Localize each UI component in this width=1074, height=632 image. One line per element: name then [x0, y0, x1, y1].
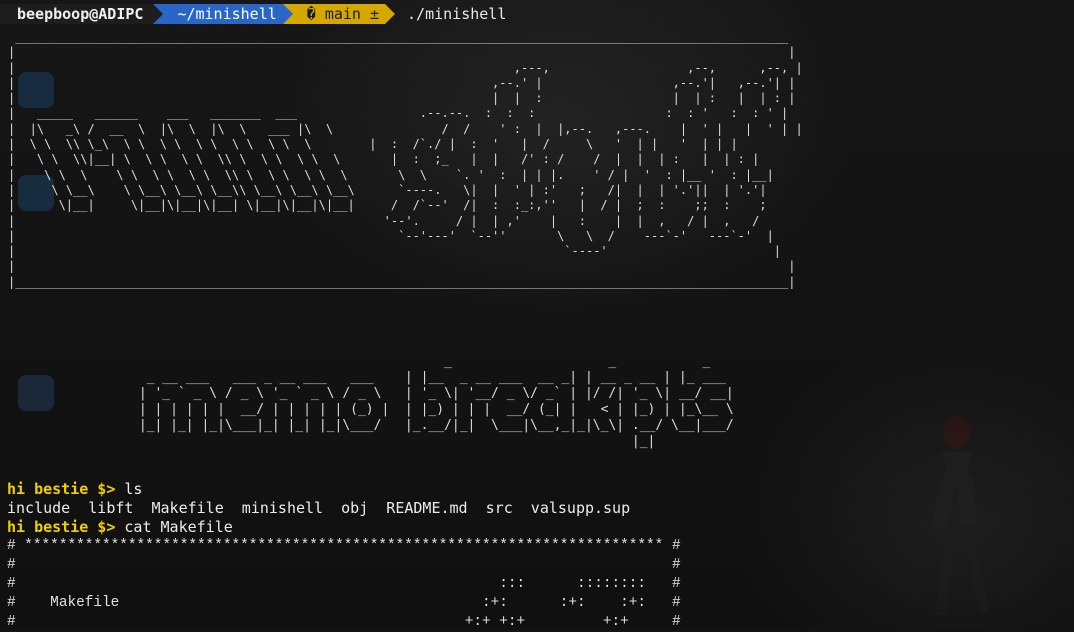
prompt-git-branch: � main ± — [292, 4, 386, 24]
prompt-command: ./minishell — [407, 5, 507, 23]
typed-command: ls — [124, 480, 143, 498]
shell-ps1: hi bestie $> — [7, 480, 116, 498]
file-icon — [18, 375, 54, 411]
terminal-session: hi bestie $> ls include libft Makefile m… — [7, 480, 630, 537]
shell-prompt: beepboop@ADIPC ~/minishell � main ± ./mi… — [0, 4, 506, 24]
powerline-separator — [385, 4, 396, 24]
command-line: hi bestie $> ls — [7, 480, 630, 499]
memobreakpts-logo-ascii-art: _ _ _ _ __ ___ ___ _ __ ___ ___ | |__ _ … — [138, 354, 734, 449]
makefile-header-output: # **************************************… — [7, 538, 681, 630]
ls-output: include libft Makefile minishell obj REA… — [7, 499, 631, 517]
wallpaper-figure — [919, 417, 991, 615]
minishell-banner-ascii-art: ________________________________________… — [8, 30, 803, 289]
prompt-directory: ~/minishell — [163, 4, 283, 24]
powerline-separator — [153, 4, 164, 24]
command-line: hi bestie $> cat Makefile — [7, 518, 630, 537]
prompt-user-host: beepboop@ADIPC — [0, 4, 154, 24]
typed-command: cat Makefile — [124, 518, 233, 536]
shell-ps1: hi bestie $> — [7, 518, 116, 536]
powerline-separator — [282, 4, 293, 24]
